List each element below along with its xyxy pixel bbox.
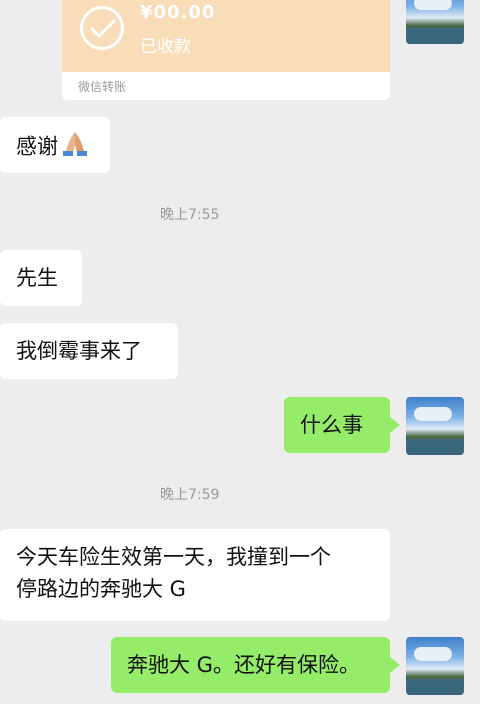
- transfer-header: ¥00.00 已收款: [62, 0, 390, 72]
- praying-hands-icon: [60, 129, 90, 166]
- self-avatar[interactable]: [406, 0, 464, 44]
- message-text-line2: 停路边的奔驰大 G: [16, 577, 186, 601]
- timestamp: 晚上7:59: [160, 487, 220, 503]
- message-text: 我倒霉事来了: [16, 339, 142, 363]
- self-avatar[interactable]: [406, 397, 464, 455]
- message-text: 先生: [16, 266, 58, 290]
- transfer-footer-label: 微信转账: [78, 80, 127, 94]
- checkmark-icon: [80, 6, 124, 50]
- transfer-status: 已收款: [140, 37, 191, 57]
- message-text: 感谢: [16, 134, 58, 159]
- timestamp: 晚上7:55: [160, 207, 220, 223]
- message-bubble-left[interactable]: 感谢: [0, 117, 110, 173]
- transfer-amount: ¥00.00: [140, 2, 216, 23]
- message-bubble-left[interactable]: 今天车险生效第一天，我撞到一个 停路边的奔驰大 G: [0, 529, 390, 621]
- message-text: 奔驰大 G。还好有保险。: [127, 653, 360, 677]
- message-text: 今天车险生效第一天，我撞到一个: [16, 545, 331, 569]
- message-bubble-left[interactable]: 我倒霉事来了: [0, 323, 178, 379]
- self-avatar[interactable]: [406, 637, 464, 695]
- message-text: 什么事: [300, 413, 363, 437]
- message-bubble-right[interactable]: 奔驰大 G。还好有保险。: [111, 637, 400, 693]
- message-bubble-right[interactable]: 什么事: [284, 397, 400, 453]
- message-bubble-left[interactable]: 先生: [0, 250, 82, 306]
- transfer-card[interactable]: ¥00.00 已收款 微信转账: [62, 0, 390, 100]
